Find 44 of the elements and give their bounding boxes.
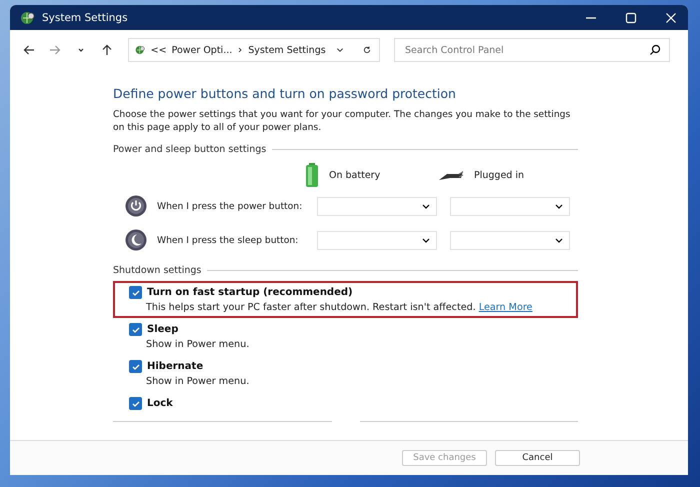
section-title: Shutdown settings [113, 265, 202, 276]
control-panel-icon [20, 10, 36, 26]
checkbox[interactable] [129, 323, 142, 336]
checkmark-icon [132, 362, 140, 370]
close-icon [665, 12, 677, 24]
plug-icon [438, 168, 464, 182]
up-arrow-icon [101, 44, 113, 56]
chevron-right-icon [237, 45, 244, 55]
option-description: Show in Power menu. [145, 339, 250, 350]
breadcrumb[interactable]: Power Opti... [172, 44, 232, 56]
checkbox-label: Hibernate [147, 361, 204, 372]
cancel-button[interactable]: Cancel [495, 450, 580, 466]
checkmark-icon [132, 288, 140, 296]
section-title: Power and sleep button settings [113, 144, 266, 155]
option-description: This helps start your PC faster after shutdown. Restart isn't affected. Learn More [145, 302, 534, 313]
search-icon [649, 44, 661, 56]
checkmark-icon [132, 326, 140, 334]
breadcrumb[interactable]: System Settings [248, 44, 326, 56]
checkbox-label: Lock [147, 398, 173, 409]
page-heading: Define power buttons and turn on password protection [113, 86, 457, 101]
battery-icon [305, 163, 319, 187]
forward-arrow-icon [49, 44, 61, 56]
option-description: Show in Power menu. [145, 376, 250, 387]
checkbox-label: Sleep [147, 324, 178, 335]
page-description: Choose the power settings that you want for your computer. The changes you make to the settings on this page apply to all of your power plans. [113, 108, 572, 134]
checkbox-label: Turn on fast startup (recommended) [147, 287, 353, 298]
moon-icon [125, 229, 147, 251]
power-icon [125, 195, 147, 217]
learn-more-link[interactable]: Learn More [478, 302, 532, 313]
back-arrow-icon [23, 44, 35, 56]
checkmark-icon [132, 400, 140, 408]
search-field[interactable]: Search Control Panel [394, 38, 670, 62]
setting-label: When I press the power button: [156, 200, 304, 212]
window-title: System Settings [42, 12, 129, 24]
checkbox[interactable] [129, 397, 142, 410]
refresh-icon [363, 44, 372, 56]
setting-label: When I press the sleep button: [156, 234, 300, 246]
checkbox[interactable] [129, 286, 142, 299]
overflow-crumb[interactable]: << [150, 44, 167, 56]
checkbox[interactable] [129, 360, 142, 373]
column-heading: On battery [329, 170, 380, 180]
column-heading: Plugged in [474, 170, 524, 180]
maximize-icon [625, 12, 637, 24]
address-bar[interactable]: << Power Opti... System Settings [128, 38, 380, 62]
